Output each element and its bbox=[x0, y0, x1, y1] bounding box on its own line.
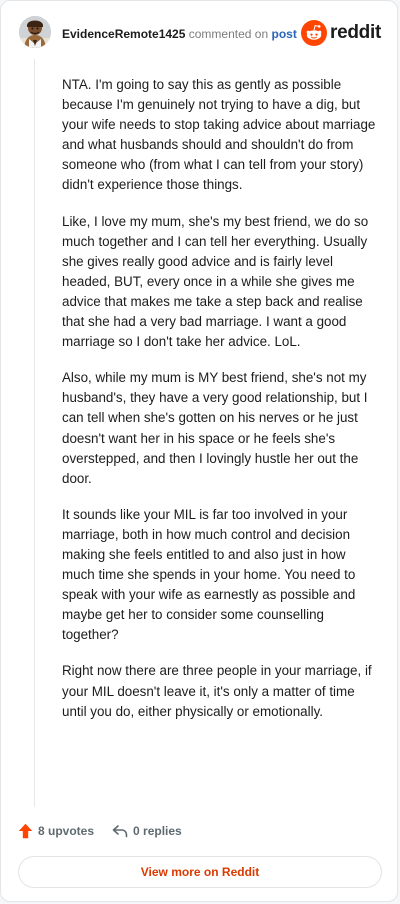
comment-embed-card: EvidenceRemote1425 commented on post red… bbox=[0, 0, 398, 902]
avatar-icon bbox=[19, 16, 51, 48]
comment-body: NTA. I'm going to say this as gently as … bbox=[62, 75, 380, 738]
comment-paragraph: Right now there are three people in your… bbox=[62, 663, 372, 719]
upvote-count: 8 upvotes bbox=[38, 824, 95, 838]
author-username[interactable]: EvidenceRemote1425 bbox=[62, 27, 185, 41]
reply-arrow-icon bbox=[112, 825, 128, 838]
reddit-wordmark: reddit bbox=[330, 22, 381, 43]
comment-paragraph: NTA. I'm going to say this as gently as … bbox=[62, 77, 376, 193]
upvote-button[interactable]: 8 upvotes bbox=[18, 823, 94, 839]
comment-header: EvidenceRemote1425 commented on post red… bbox=[19, 16, 381, 52]
commented-on-text: commented on bbox=[188, 27, 269, 41]
reddit-snoo-icon bbox=[301, 20, 328, 46]
comment-paragraph: Like, I love my mum, she's my best frien… bbox=[62, 213, 369, 350]
reply-button[interactable]: 0 replies bbox=[112, 824, 182, 838]
comment-actions: 8 upvotes 0 replies bbox=[18, 821, 182, 841]
thread-line bbox=[34, 59, 35, 807]
reply-count: 0 replies bbox=[133, 824, 182, 838]
reddit-logo[interactable]: reddit bbox=[301, 20, 381, 46]
view-more-on-reddit-button[interactable]: View more on Reddit bbox=[18, 856, 382, 888]
comment-paragraph: It sounds like your MIL is far too invol… bbox=[62, 506, 356, 643]
comment-paragraph: Also, while my mum is MY best friend, sh… bbox=[62, 370, 368, 486]
avatar[interactable] bbox=[19, 16, 51, 48]
author-line: EvidenceRemote1425 commented on post bbox=[62, 27, 297, 41]
post-link[interactable]: post bbox=[271, 27, 296, 41]
upvote-arrow-icon bbox=[18, 823, 33, 839]
